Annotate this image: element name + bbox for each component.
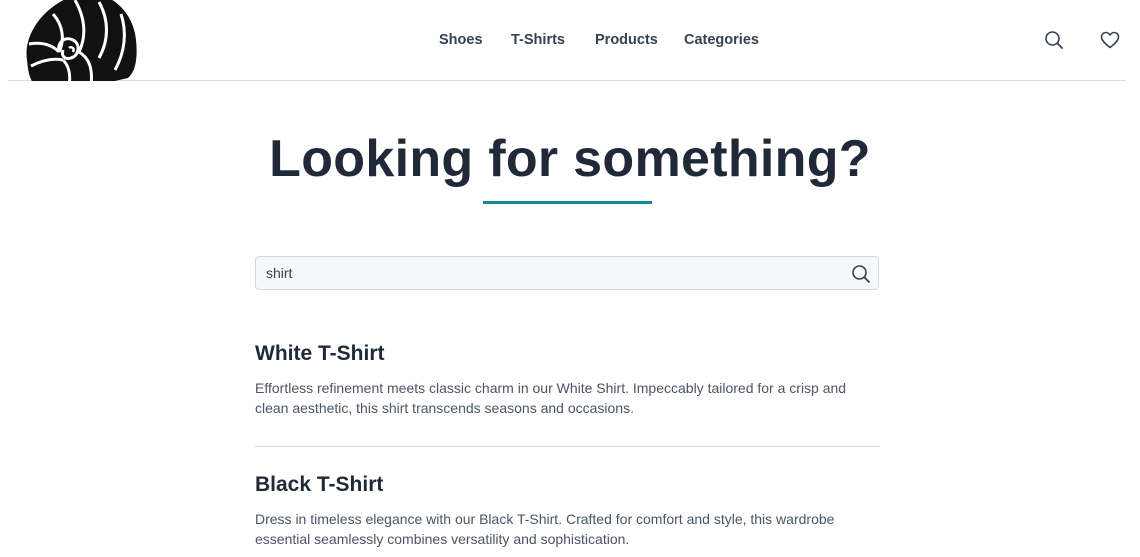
search-bar bbox=[255, 256, 879, 290]
search-input[interactable] bbox=[256, 257, 836, 289]
nav-item-products[interactable]: Products bbox=[595, 29, 658, 51]
search-submit-button[interactable] bbox=[850, 263, 872, 285]
wishlist-button[interactable] bbox=[1099, 29, 1121, 51]
site-header: Shoes T-Shirts Products Categories bbox=[8, 0, 1126, 81]
result-description: Effortless refinement meets classic char… bbox=[255, 380, 847, 416]
nav-item-categories[interactable]: Categories bbox=[684, 29, 759, 51]
title-underline bbox=[483, 201, 652, 204]
nav-item-t-shirts[interactable]: T-Shirts bbox=[511, 29, 565, 51]
search-result: Black T-Shirt Dress in timeless elegance… bbox=[255, 471, 880, 549]
page-title: Looking for something? bbox=[269, 130, 871, 188]
page: Shoes T-Shirts Products Categories Looki… bbox=[0, 0, 1140, 557]
heart-icon bbox=[1100, 31, 1120, 49]
nav-item-shoes[interactable]: Shoes bbox=[439, 29, 483, 51]
header-search-button[interactable] bbox=[1043, 29, 1065, 51]
result-title[interactable]: Black T-Shirt bbox=[255, 471, 880, 499]
search-result: White T-Shirt Effortless refinement meet… bbox=[255, 340, 880, 418]
main-nav: Shoes T-Shirts Products Categories bbox=[8, 29, 1126, 51]
search-icon bbox=[852, 265, 870, 283]
result-divider bbox=[255, 446, 880, 447]
result-title[interactable]: White T-Shirt bbox=[255, 340, 880, 368]
result-description: Dress in timeless elegance with our Blac… bbox=[255, 511, 835, 547]
search-icon bbox=[1045, 31, 1063, 49]
